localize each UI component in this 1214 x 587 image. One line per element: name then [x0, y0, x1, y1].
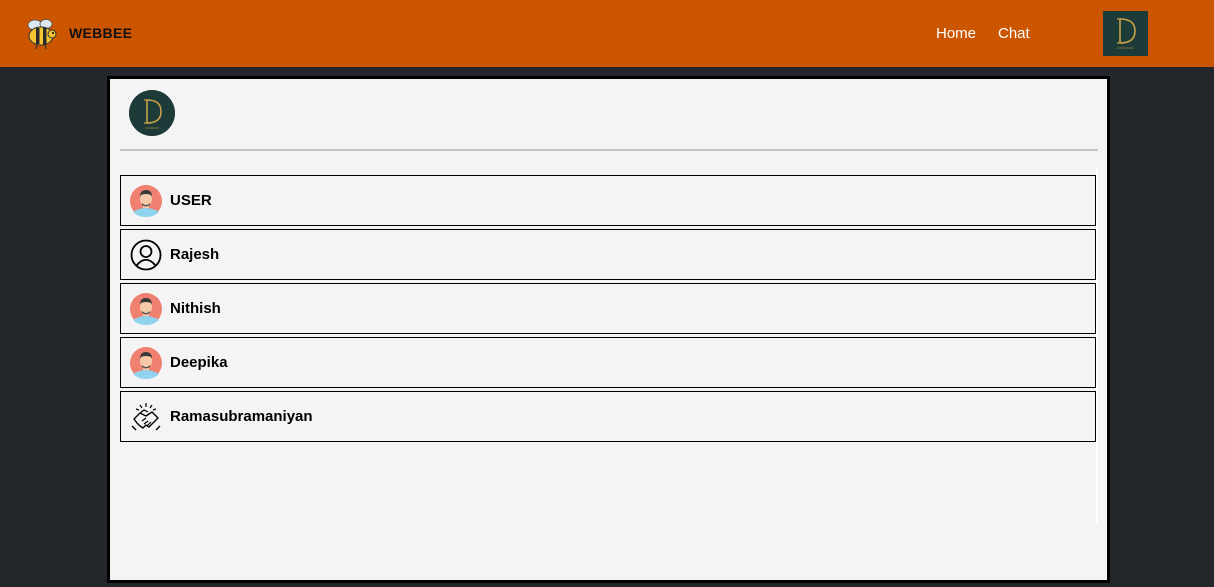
profile-avatar[interactable] [129, 90, 175, 136]
man-avatar-icon [130, 184, 162, 217]
header-divider [120, 149, 1098, 151]
user-item-user[interactable]: USER [120, 175, 1096, 226]
brand-name: WEBBEE [69, 25, 133, 41]
top-navbar: WEBBEE Home Chat [0, 0, 1214, 67]
user-name: Ramasubramaniyan [170, 408, 313, 425]
user-item-ramasubramaniyan[interactable]: Ramasubramaniyan [120, 391, 1096, 442]
nav-chat-link[interactable]: Chat [998, 25, 1030, 42]
user-name: Nithish [170, 300, 221, 317]
chat-users-panel: USER Rajesh Nithish Deepika Ramasubraman… [107, 76, 1110, 583]
scrollbar-track[interactable] [1096, 167, 1098, 525]
user-name: Deepika [170, 354, 228, 371]
user-item-rajesh[interactable]: Rajesh [120, 229, 1096, 280]
person-outline-icon [130, 239, 162, 270]
bee-icon [27, 19, 57, 50]
brand[interactable]: WEBBEE [24, 16, 132, 50]
user-item-nithish[interactable]: Nithish [120, 283, 1096, 334]
d-monogram-icon [129, 90, 175, 136]
man-avatar-icon [130, 346, 162, 379]
user-name: Rajesh [170, 246, 220, 263]
man-avatar-icon [130, 292, 162, 325]
d-monogram-icon [1103, 11, 1148, 56]
user-list: USER Rajesh Nithish Deepika Ramasubraman… [120, 175, 1096, 445]
user-item-deepika[interactable]: Deepika [120, 337, 1096, 388]
account-avatar-button[interactable] [1103, 11, 1148, 56]
user-name: USER [170, 192, 212, 209]
nav-home-link[interactable]: Home [936, 25, 976, 42]
handshake-icon [131, 402, 161, 430]
